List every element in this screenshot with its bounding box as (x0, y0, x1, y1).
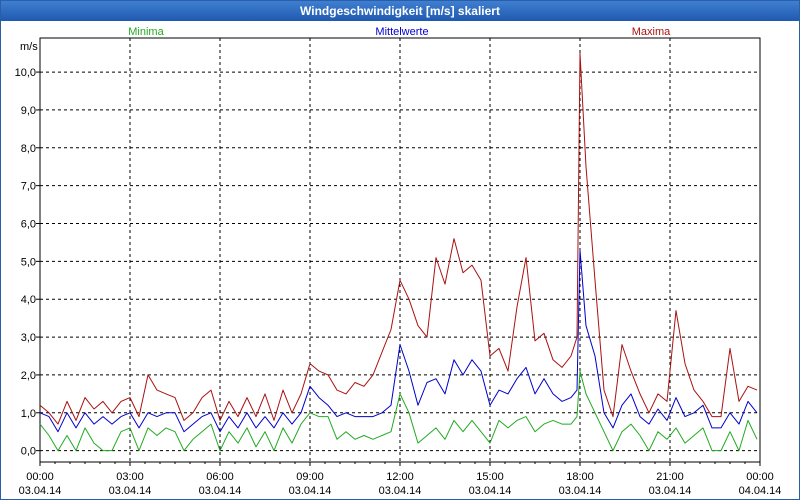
y-tick-label: 0,0 (21, 446, 36, 458)
legend-maxima: Maxima (632, 26, 671, 38)
y-tick-label: 3,0 (21, 332, 36, 344)
x-tick-time-label: 21:00 (656, 471, 684, 483)
x-tick-date-label: 03.04.14 (19, 485, 62, 497)
y-tick-label: 5,0 (21, 256, 36, 268)
x-tick-time-label: 18:00 (566, 471, 594, 483)
x-tick-time-label: 00:00 (746, 471, 774, 483)
x-tick-date-label: 03.04.14 (379, 485, 422, 497)
x-tick-time-label: 00:00 (26, 471, 54, 483)
x-tick-date-label: 03.04.14 (109, 485, 152, 497)
y-tick-label: 1,0 (21, 408, 36, 420)
y-tick-label: 9,0 (21, 105, 36, 117)
x-tick-time-label: 15:00 (476, 471, 504, 483)
y-tick-label: 10,0 (15, 67, 36, 79)
x-tick-time-label: 06:00 (206, 471, 234, 483)
y-tick-label: 8,0 (21, 143, 36, 155)
y-tick-label: 2,0 (21, 370, 36, 382)
x-tick-time-label: 03:00 (116, 471, 144, 483)
y-tick-label: 7,0 (21, 181, 36, 193)
x-tick-date-label: 03.04.14 (199, 485, 242, 497)
x-tick-time-label: 09:00 (296, 471, 324, 483)
x-tick-date-label: 03.04.14 (649, 485, 692, 497)
x-tick-time-label: 12:00 (386, 471, 414, 483)
x-tick-date-label: 04.04.14 (739, 485, 782, 497)
legend-minima: Minima (128, 26, 164, 38)
y-axis-label: m/s (20, 41, 38, 53)
legend-mittelwerte: Mittelwerte (375, 26, 428, 38)
y-tick-label: 6,0 (21, 219, 36, 231)
legend: Minima Mittelwerte Maxima (128, 26, 671, 38)
y-tick-label: 4,0 (21, 294, 36, 306)
x-tick-date-label: 03.04.14 (289, 485, 332, 497)
x-tick-date-label: 03.04.14 (469, 485, 512, 497)
x-axis: 00:00 03.04.14 03:00 03.04.14 06:00 03.04.14 0… (19, 462, 782, 497)
wind-speed-chart: m/s 0,0 1,0 2,0 3,0 4,0 5,0 6,0 7,0 8,0 9,0 10,0 0… (15, 26, 782, 497)
y-axis: m/s 0,0 1,0 2,0 3,0 4,0 5,0 6,0 7,0 8,0 9,0 10,0 (15, 41, 40, 458)
x-tick-date-label: 03.04.14 (559, 485, 602, 497)
